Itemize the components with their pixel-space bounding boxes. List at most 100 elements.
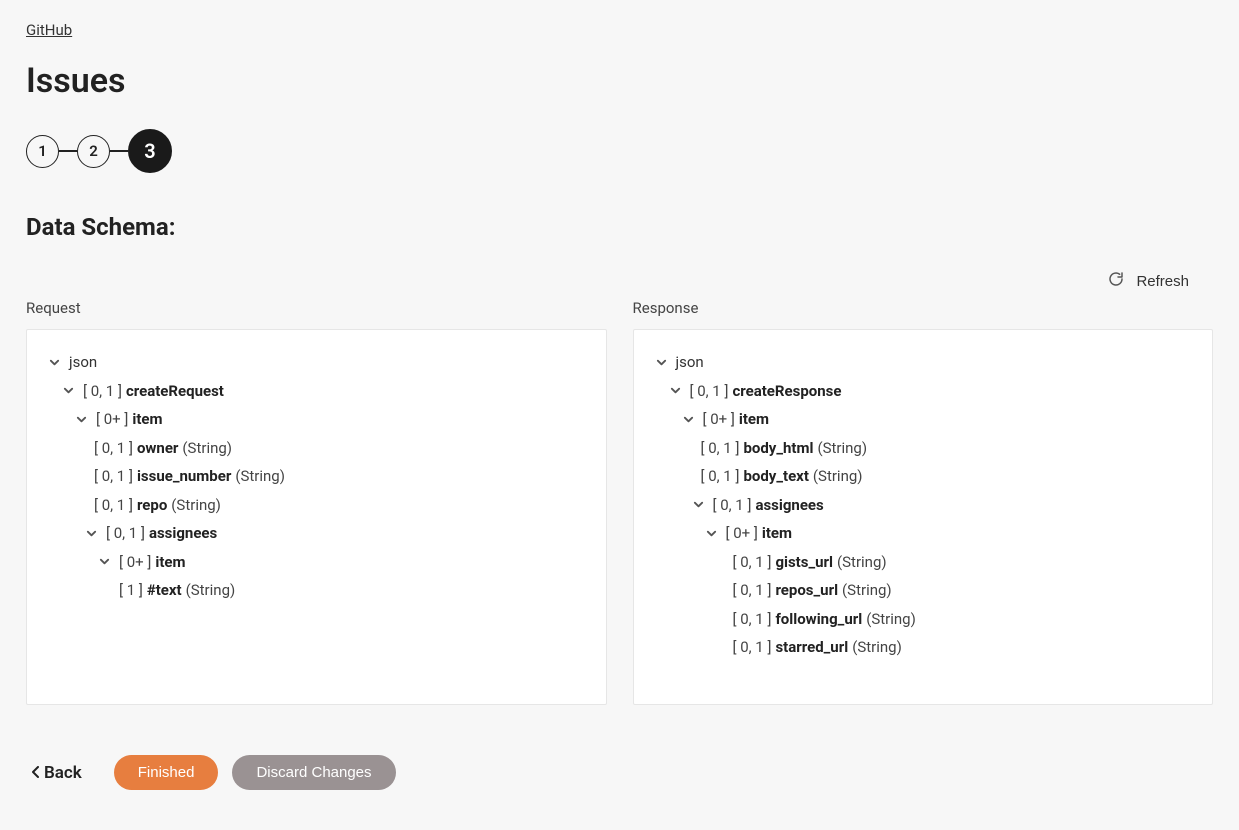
tree-node: [ 0, 1 ] body_html (String): [656, 434, 1191, 463]
field-name: json: [69, 348, 97, 377]
tree-node[interactable]: [ 0, 1 ] assignees: [656, 491, 1191, 520]
tree-node[interactable]: [ 0+ ] item: [49, 548, 584, 577]
tree-node: [ 0, 1 ] repos_url (String): [656, 576, 1191, 605]
tree-node[interactable]: [ 0+ ] item: [656, 405, 1191, 434]
tree-node: [ 0, 1 ] starred_url (String): [656, 633, 1191, 662]
cardinality: [ 0, 1 ]: [701, 462, 740, 491]
field-type: (String): [186, 576, 236, 605]
chevron-down-icon[interactable]: [656, 357, 670, 368]
tree-node[interactable]: [ 0, 1 ] assignees: [49, 519, 584, 548]
field-type: (String): [852, 633, 902, 662]
field-name: #text: [147, 576, 182, 605]
cardinality: [ 0, 1 ]: [713, 491, 752, 520]
cardinality: [ 0, 1 ]: [733, 605, 772, 634]
step-connector: [110, 150, 128, 152]
field-type: (String): [866, 605, 916, 634]
field-type: (String): [813, 462, 863, 491]
stepper: 123: [26, 129, 1213, 173]
field-type: (String): [837, 548, 887, 577]
response-label: Response: [633, 299, 1214, 317]
field-name: createRequest: [126, 377, 224, 406]
chevron-down-icon[interactable]: [693, 499, 707, 510]
cardinality: [ 0, 1 ]: [701, 434, 740, 463]
field-name: repo: [137, 491, 167, 520]
field-name: item: [132, 405, 162, 434]
field-name: assignees: [755, 491, 823, 520]
request-panel: Request json[ 0, 1 ] createRequest[ 0+ ]…: [26, 299, 607, 705]
refresh-button[interactable]: Refresh: [1108, 271, 1189, 291]
section-heading: Data Schema:: [26, 213, 1213, 241]
chevron-down-icon[interactable]: [49, 357, 63, 368]
field-type: (String): [235, 462, 285, 491]
tree-node: [ 1 ] #text (String): [49, 576, 584, 605]
finished-button[interactable]: Finished: [114, 755, 219, 790]
field-name: following_url: [775, 605, 862, 634]
field-name: json: [676, 348, 704, 377]
field-type: (String): [182, 434, 232, 463]
cardinality: [ 0, 1 ]: [690, 377, 729, 406]
chevron-down-icon[interactable]: [706, 528, 720, 539]
tree-node[interactable]: [ 0, 1 ] createRequest: [49, 377, 584, 406]
chevron-down-icon[interactable]: [76, 414, 90, 425]
discard-button[interactable]: Discard Changes: [232, 755, 395, 790]
tree-node[interactable]: [ 0, 1 ] createResponse: [656, 377, 1191, 406]
tree-node: [ 0, 1 ] issue_number (String): [49, 462, 584, 491]
cardinality: [ 0+ ]: [726, 519, 758, 548]
cardinality: [ 0, 1 ]: [106, 519, 145, 548]
breadcrumb[interactable]: GitHub: [26, 21, 72, 39]
cardinality: [ 0, 1 ]: [94, 491, 133, 520]
request-tree: json[ 0, 1 ] createRequest[ 0+ ] item[ 0…: [26, 329, 607, 705]
field-type: (String): [842, 576, 892, 605]
tree-node: [ 0, 1 ] repo (String): [49, 491, 584, 520]
back-button[interactable]: Back: [32, 763, 82, 783]
cardinality: [ 0, 1 ]: [733, 633, 772, 662]
cardinality: [ 1 ]: [119, 576, 143, 605]
cardinality: [ 0+ ]: [96, 405, 128, 434]
field-name: item: [762, 519, 792, 548]
step-connector: [59, 150, 77, 152]
cardinality: [ 0+ ]: [703, 405, 735, 434]
refresh-label: Refresh: [1136, 273, 1189, 290]
response-tree: json[ 0, 1 ] createResponse[ 0+ ] item[ …: [633, 329, 1214, 705]
chevron-down-icon[interactable]: [63, 385, 77, 396]
request-label: Request: [26, 299, 607, 317]
field-name: issue_number: [137, 462, 231, 491]
field-type: (String): [171, 491, 221, 520]
tree-node: [ 0, 1 ] owner (String): [49, 434, 584, 463]
cardinality: [ 0, 1 ]: [733, 548, 772, 577]
refresh-icon: [1108, 271, 1124, 291]
field-type: (String): [817, 434, 867, 463]
tree-node[interactable]: [ 0+ ] item: [656, 519, 1191, 548]
tree-node[interactable]: json: [49, 348, 584, 377]
field-name: createResponse: [732, 377, 841, 406]
step-1[interactable]: 1: [26, 135, 59, 168]
tree-node: [ 0, 1 ] gists_url (String): [656, 548, 1191, 577]
field-name: item: [155, 548, 185, 577]
chevron-down-icon[interactable]: [683, 414, 697, 425]
field-name: starred_url: [775, 633, 848, 662]
field-name: gists_url: [775, 548, 833, 577]
step-2[interactable]: 2: [77, 135, 110, 168]
tree-node[interactable]: json: [656, 348, 1191, 377]
back-label: Back: [44, 763, 82, 783]
response-panel: Response json[ 0, 1 ] createResponse[ 0+…: [633, 299, 1214, 705]
cardinality: [ 0+ ]: [119, 548, 151, 577]
cardinality: [ 0, 1 ]: [83, 377, 122, 406]
field-name: body_html: [743, 434, 813, 463]
field-name: repos_url: [775, 576, 838, 605]
chevron-down-icon[interactable]: [86, 528, 100, 539]
field-name: owner: [137, 434, 178, 463]
field-name: assignees: [149, 519, 217, 548]
chevron-down-icon[interactable]: [99, 556, 113, 567]
chevron-down-icon[interactable]: [670, 385, 684, 396]
cardinality: [ 0, 1 ]: [733, 576, 772, 605]
page-title: Issues: [26, 61, 1213, 101]
field-name: body_text: [743, 462, 808, 491]
field-name: item: [739, 405, 769, 434]
step-3[interactable]: 3: [128, 129, 172, 173]
tree-node: [ 0, 1 ] body_text (String): [656, 462, 1191, 491]
tree-node: [ 0, 1 ] following_url (String): [656, 605, 1191, 634]
chevron-left-icon: [32, 763, 40, 783]
tree-node[interactable]: [ 0+ ] item: [49, 405, 584, 434]
cardinality: [ 0, 1 ]: [94, 462, 133, 491]
